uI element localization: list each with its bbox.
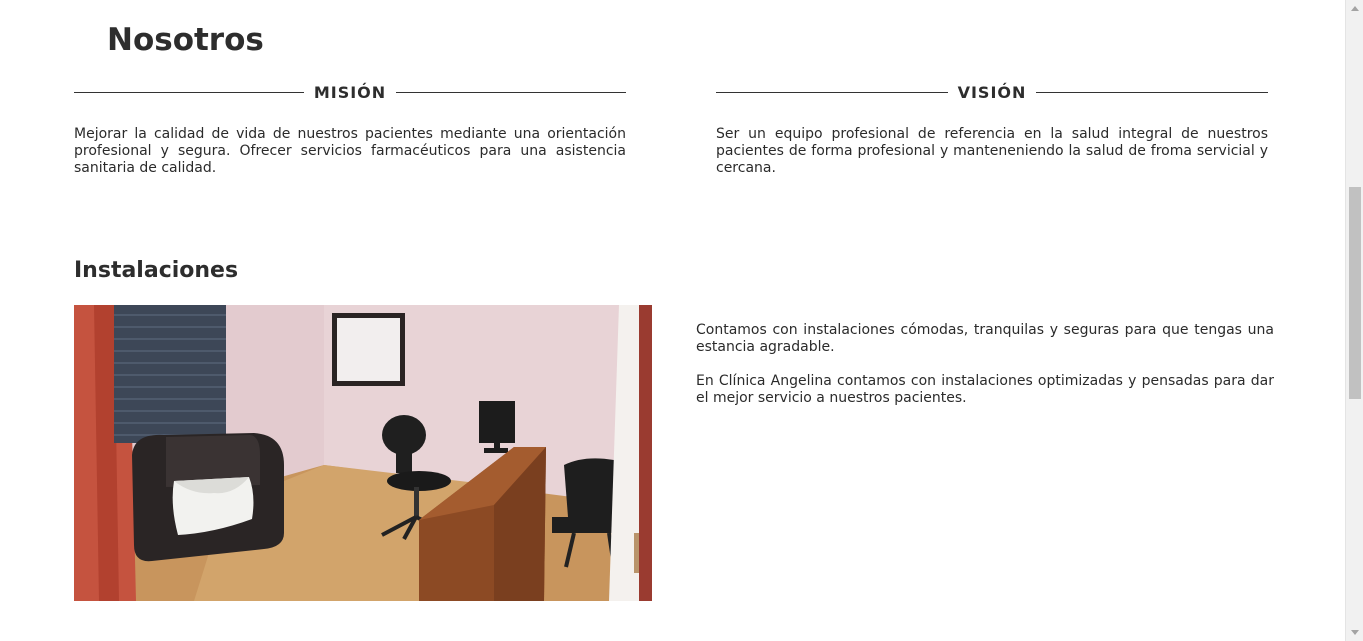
scroll-down-arrow-icon[interactable] bbox=[1351, 630, 1359, 635]
mission-label: MISIÓN bbox=[313, 82, 387, 102]
mission-text: Mejorar la calidad de vida de nuestros p… bbox=[74, 126, 626, 176]
installations-paragraph-1: Contamos con instalaciones cómodas, tran… bbox=[696, 322, 1274, 355]
vision-label: VISIÓN bbox=[957, 82, 1027, 102]
page: Nosotros MISIÓN Mejorar la calidad de vi… bbox=[0, 0, 1363, 641]
vertical-scrollbar[interactable] bbox=[1345, 0, 1363, 641]
divider-line-right bbox=[1036, 91, 1268, 93]
mission-section: MISIÓN Mejorar la calidad de vida de nue… bbox=[74, 80, 626, 177]
installations-photo bbox=[74, 305, 652, 601]
installations-text: Contamos con instalaciones cómodas, tran… bbox=[696, 322, 1274, 424]
installations-paragraph-2: En Clínica Angelina contamos con instala… bbox=[696, 373, 1274, 406]
divider-line-left bbox=[74, 91, 304, 93]
divider-line-right bbox=[396, 91, 626, 93]
scroll-up-arrow-icon[interactable] bbox=[1351, 6, 1359, 11]
scrollbar-thumb[interactable] bbox=[1349, 187, 1361, 399]
about-title: Nosotros bbox=[107, 22, 264, 58]
installations-title: Instalaciones bbox=[74, 258, 239, 283]
vision-section: VISIÓN Ser un equipo profesional de refe… bbox=[716, 80, 1268, 177]
office-room-illustration bbox=[74, 305, 652, 601]
vision-text: Ser un equipo profesional de referencia … bbox=[716, 126, 1268, 176]
mission-divider: MISIÓN bbox=[74, 80, 626, 104]
vision-divider: VISIÓN bbox=[716, 80, 1268, 104]
divider-line-left bbox=[716, 91, 948, 93]
